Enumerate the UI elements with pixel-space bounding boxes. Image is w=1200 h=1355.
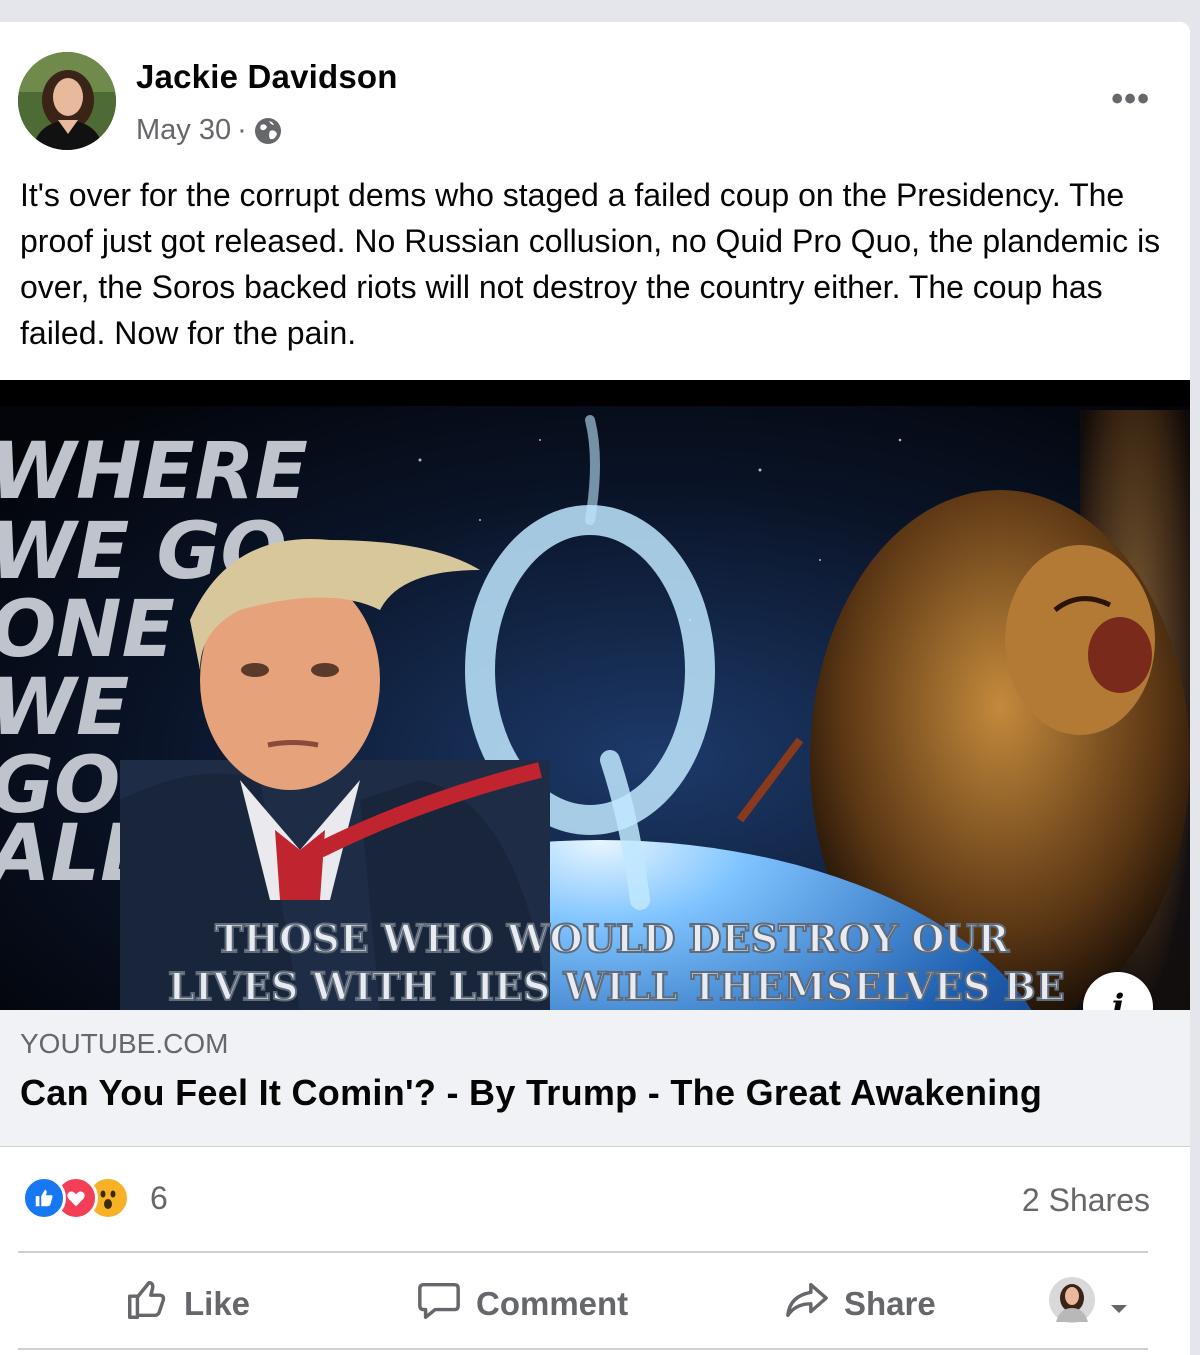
reactions-summary[interactable]: 6 — [22, 1176, 168, 1220]
svg-text:WE: WE — [0, 663, 129, 753]
svg-text:LIVES WITH LIES WILL THEMSELVE: LIVES WITH LIES WILL THEMSELVES BE — [168, 964, 1065, 1009]
comment-bubble-icon — [416, 1277, 462, 1331]
link-domain: YOUTUBE.COM — [20, 1028, 229, 1059]
like-button[interactable]: Like — [124, 1272, 250, 1336]
link-title[interactable]: Can You Feel It Comin'? - By Trump - The… — [20, 1072, 1042, 1114]
stats-divider — [18, 1251, 1148, 1253]
more-options-button[interactable]: ••• — [1111, 80, 1150, 119]
post-meta: May 30 · — [136, 114, 283, 147]
meta-separator: · — [237, 114, 247, 146]
comment-label: Comment — [476, 1285, 629, 1322]
svg-text:THOSE WHO WOULD DESTROY OUR: THOSE WHO WOULD DESTROY OUR — [215, 916, 1010, 961]
like-icon — [22, 1176, 66, 1220]
profile-thumbnail-icon — [1048, 1276, 1096, 1332]
actions-bottom-divider — [18, 1348, 1148, 1350]
share-label: Share — [844, 1285, 936, 1322]
link-preview-image[interactable]: WHERE WE GO ONE WE GO ALL THOSE WHO WOUL… — [0, 380, 1190, 1010]
svg-text:WHERE: WHERE — [0, 427, 308, 517]
share-arrow-icon — [784, 1277, 830, 1331]
post-actions: Like Comment Share — [0, 1272, 1190, 1336]
globe-icon[interactable] — [253, 116, 283, 146]
author-avatar[interactable] — [18, 52, 116, 150]
link-preview-meta[interactable]: YOUTUBE.COM Can You Feel It Comin'? - By… — [0, 1010, 1190, 1147]
thumbs-up-icon — [124, 1277, 170, 1331]
like-label: Like — [184, 1285, 251, 1322]
caret-down-icon — [1110, 1285, 1128, 1323]
author-name[interactable]: Jackie Davidson — [136, 58, 398, 96]
post-date[interactable]: May 30 — [136, 114, 231, 147]
post-text: It's over for the corrupt dems who stage… — [20, 177, 1161, 351]
shares-count[interactable]: 2 Shares — [1022, 1182, 1150, 1219]
post-card: Jackie Davidson May 30 · ••• It's over f… — [0, 22, 1190, 1355]
reaction-count: 6 — [150, 1179, 168, 1216]
comment-button[interactable]: Comment — [416, 1272, 628, 1336]
react-as-selector[interactable] — [1048, 1272, 1128, 1336]
svg-text:ONE: ONE — [0, 585, 175, 675]
share-button[interactable]: Share — [784, 1272, 936, 1336]
